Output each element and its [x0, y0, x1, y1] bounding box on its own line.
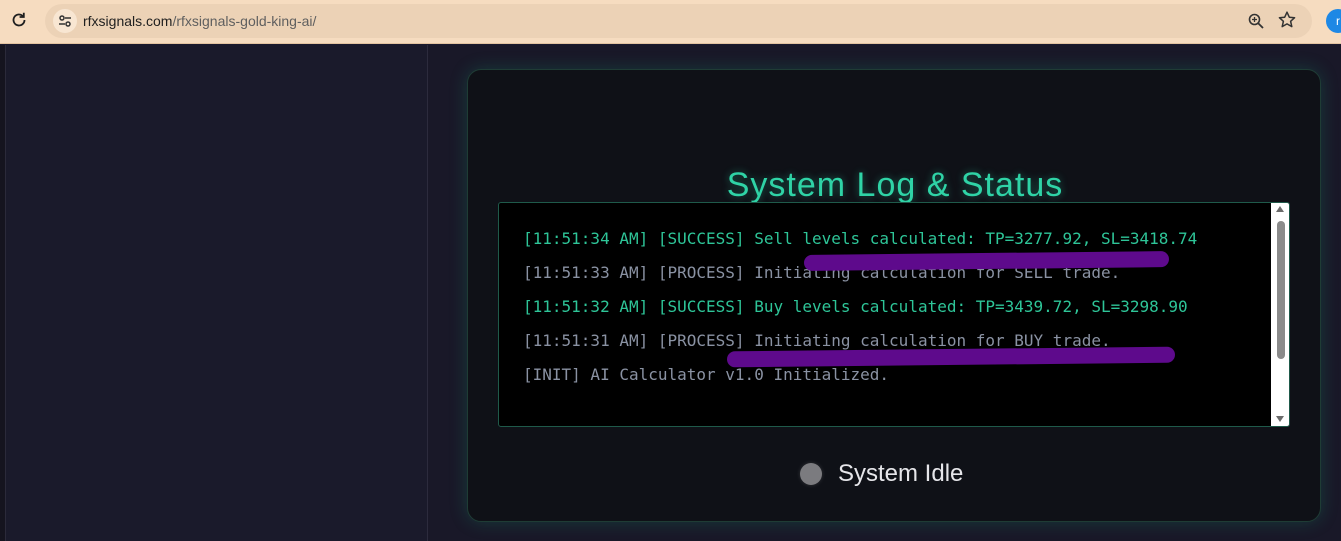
page-content: System Log & Status [11:51:34 AM] [SUCCE…: [0, 45, 1341, 541]
url-text[interactable]: rfxsignals.com/rfxsignals-gold-king-ai/: [83, 13, 316, 29]
card-title: System Log & Status: [726, 166, 1064, 204]
browser-toolbar: rfxsignals.com/rfxsignals-gold-king-ai/ …: [0, 0, 1341, 44]
log-line: [11:51:32 AM] [SUCCESS] Buy levels calcu…: [523, 297, 1188, 316]
scroll-up-arrow-icon[interactable]: [1276, 206, 1284, 212]
scroll-down-arrow-icon[interactable]: [1276, 416, 1284, 422]
zoom-icon[interactable]: [1247, 12, 1265, 30]
address-bar[interactable]: rfxsignals.com/rfxsignals-gold-king-ai/: [45, 4, 1312, 38]
sidebar-panel: [6, 45, 428, 541]
log-scrollbar[interactable]: [1271, 203, 1289, 426]
log-console[interactable]: [11:51:34 AM] [SUCCESS] Sell levels calc…: [498, 202, 1290, 427]
url-path: /rfxsignals-gold-king-ai/: [172, 13, 317, 29]
status-label: System Idle: [838, 460, 964, 487]
status-indicator-dot: [800, 463, 822, 485]
log-line: [11:51:34 AM] [SUCCESS] Sell levels calc…: [523, 229, 1198, 248]
url-host: rfxsignals.com: [83, 13, 173, 29]
scroll-thumb[interactable]: [1277, 221, 1285, 359]
system-log-card: System Log & Status [11:51:34 AM] [SUCCE…: [467, 69, 1321, 522]
profile-avatar[interactable]: r: [1326, 9, 1341, 33]
reload-icon[interactable]: [9, 10, 29, 30]
bookmark-star-icon[interactable]: [1277, 10, 1297, 30]
site-info-icon[interactable]: [53, 9, 77, 33]
